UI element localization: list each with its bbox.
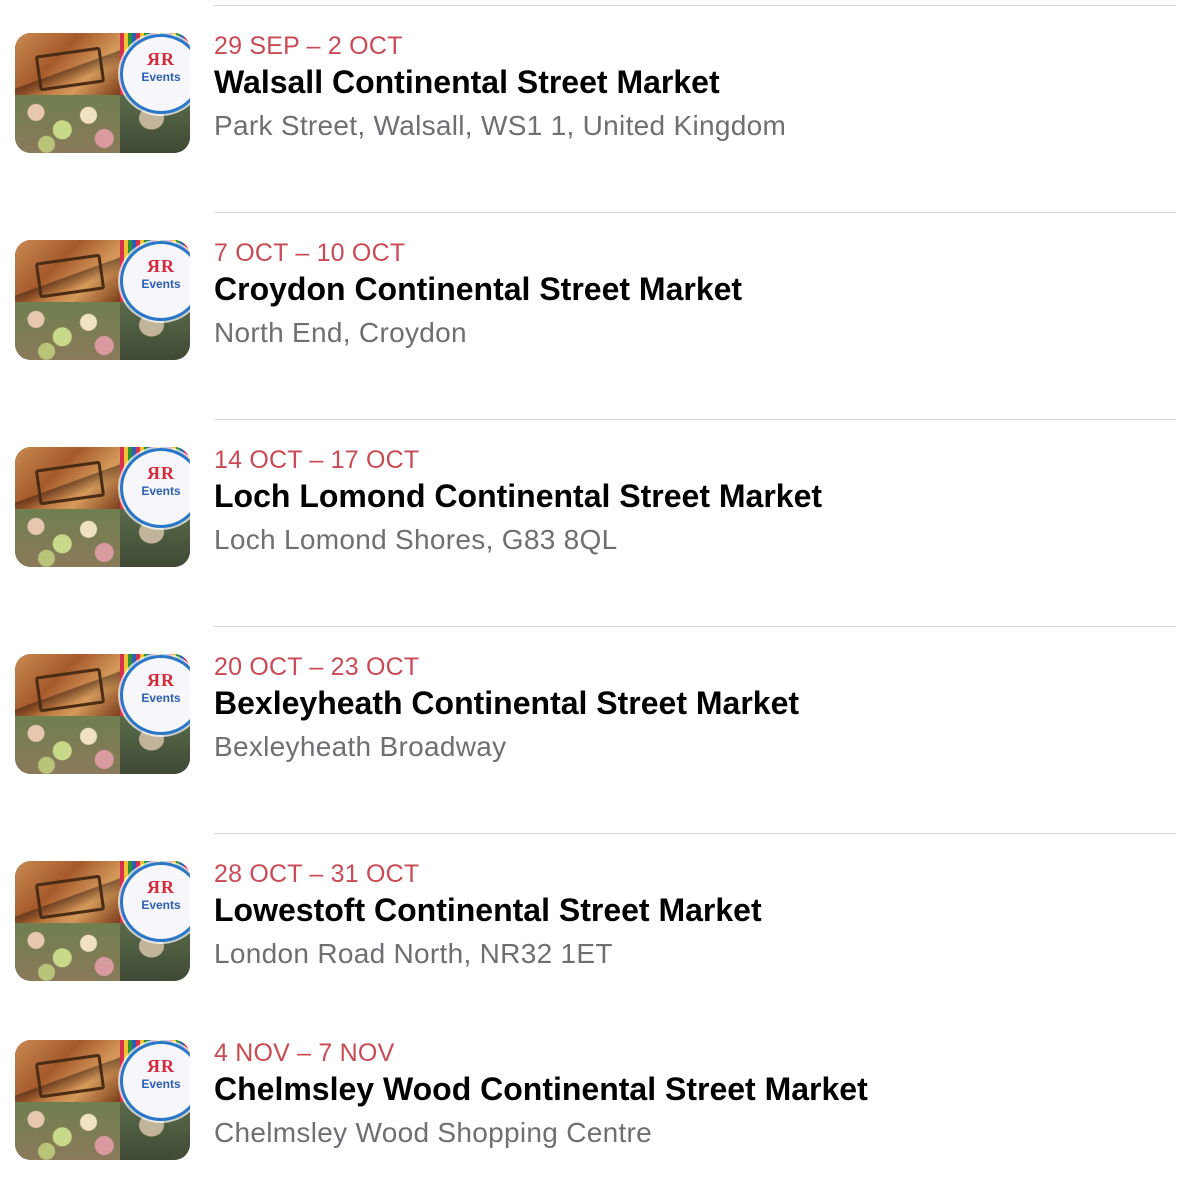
event-location: Loch Lomond Shores, G83 8QL <box>214 524 618 555</box>
event-date: 20 OCT – 23 OCT <box>214 653 420 681</box>
event-location: Park Street, Walsall, WS1 1, United King… <box>214 110 787 141</box>
event-thumbnail: ЯR Events <box>15 1040 190 1160</box>
event-row[interactable]: ЯR Events 20 OCT – 23 OCT Bexleyheath Co… <box>0 627 1200 834</box>
event-row[interactable]: ЯR Events 28 OCT – 31 OCT Lowestoft Cont… <box>0 834 1200 1041</box>
event-title: Chelmsley Wood Continental Street Market <box>214 1071 868 1107</box>
event-title: Loch Lomond Continental Street Market <box>214 478 823 514</box>
event-date: 7 OCT – 10 OCT <box>214 239 406 267</box>
event-list: ЯR Events 29 SEP – 2 OCT Walsall Contine… <box>0 0 1200 1191</box>
event-row[interactable]: ЯR Events 7 OCT – 10 OCT Croydon Contine… <box>0 213 1200 420</box>
event-date: 28 OCT – 31 OCT <box>214 860 420 888</box>
event-title: Bexleyheath Continental Street Market <box>214 685 800 721</box>
rr-events-logo: ЯR Events <box>123 1044 190 1118</box>
event-date: 14 OCT – 17 OCT <box>214 446 420 474</box>
event-row[interactable]: ЯR Events 14 OCT – 17 OCT Loch Lomond Co… <box>0 420 1200 627</box>
rr-events-logo: ЯR Events <box>123 865 190 939</box>
event-row[interactable]: ЯR Events 4 NOV – 7 NOV Chelmsley Wood C… <box>0 1013 1200 1191</box>
event-row[interactable]: ЯR Events 29 SEP – 2 OCT Walsall Contine… <box>0 6 1200 213</box>
event-title: Walsall Continental Street Market <box>214 64 720 100</box>
event-thumbnail: ЯR Events <box>15 447 190 567</box>
event-thumbnail: ЯR Events <box>15 654 190 774</box>
event-date: 4 NOV – 7 NOV <box>214 1039 395 1067</box>
event-location: North End, Croydon <box>214 317 467 348</box>
rr-events-logo: ЯR Events <box>123 37 190 111</box>
event-location: London Road North, NR32 1ET <box>214 938 613 969</box>
rr-events-logo: ЯR Events <box>123 658 190 732</box>
event-date: 29 SEP – 2 OCT <box>214 32 403 60</box>
event-thumbnail: ЯR Events <box>15 861 190 981</box>
event-title: Lowestoft Continental Street Market <box>214 892 762 928</box>
rr-events-logo: ЯR Events <box>123 244 190 318</box>
event-location: Bexleyheath Broadway <box>214 731 507 762</box>
rr-events-logo: ЯR Events <box>123 451 190 525</box>
event-title: Croydon Continental Street Market <box>214 271 743 307</box>
event-thumbnail: ЯR Events <box>15 240 190 360</box>
event-location: Chelmsley Wood Shopping Centre <box>214 1117 653 1148</box>
event-thumbnail: ЯR Events <box>15 33 190 153</box>
